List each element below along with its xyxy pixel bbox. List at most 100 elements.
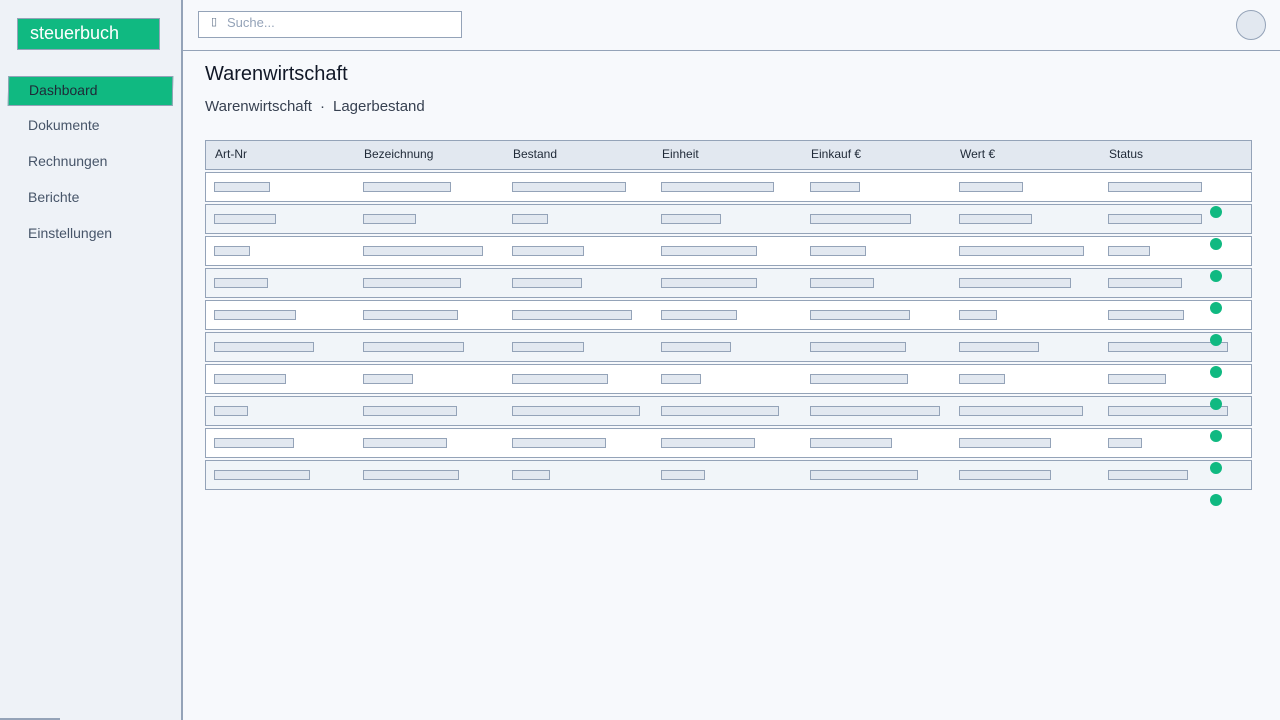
- table-cell: [1100, 310, 1249, 320]
- status-dot: [1210, 462, 1222, 474]
- placeholder-bar: [810, 374, 908, 384]
- sidebar-item-berichte[interactable]: Berichte: [0, 184, 181, 220]
- sidebar: steuerbuch Dashboard Dokumente Rechnunge…: [0, 0, 183, 720]
- table-cell: [206, 470, 355, 480]
- placeholder-bar: [512, 470, 550, 480]
- placeholder-bar: [661, 374, 701, 384]
- column-header-wert[interactable]: Wert €: [951, 141, 1100, 169]
- table-cell: [653, 246, 802, 256]
- placeholder-bar: [1108, 470, 1188, 480]
- table-row[interactable]: [205, 364, 1252, 394]
- status-dot: [1210, 366, 1222, 378]
- table-cell: [951, 214, 1100, 224]
- table-cell: [1100, 246, 1249, 256]
- search-input[interactable]: ▯ Suche...: [198, 11, 462, 38]
- status-dot: [1210, 270, 1222, 282]
- breadcrumb-item-warenwirtschaft[interactable]: Warenwirtschaft: [205, 98, 312, 115]
- placeholder-bar: [512, 214, 548, 224]
- placeholder-bar: [512, 406, 640, 416]
- table-cell: [206, 438, 355, 448]
- table-cell: [504, 438, 653, 448]
- placeholder-bar: [512, 438, 606, 448]
- status-dot: [1210, 206, 1222, 218]
- sidebar-item-dokumente[interactable]: Dokumente: [0, 112, 181, 148]
- table-cell: [504, 470, 653, 480]
- table-cell: [206, 310, 355, 320]
- column-header-art-nr[interactable]: Art-Nr: [206, 141, 355, 169]
- placeholder-bar: [363, 182, 451, 192]
- avatar[interactable]: [1236, 10, 1266, 40]
- placeholder-bar: [959, 374, 1005, 384]
- table-cell: [802, 374, 951, 384]
- placeholder-bar: [214, 182, 270, 192]
- table-cell: [653, 470, 802, 480]
- table-cell: [653, 438, 802, 448]
- table-row[interactable]: [205, 268, 1252, 298]
- table-row[interactable]: [205, 236, 1252, 266]
- table-cell: [653, 406, 802, 416]
- table-cell: [1100, 278, 1249, 288]
- status-dot: [1210, 494, 1222, 506]
- table-cell: [355, 342, 504, 352]
- placeholder-bar: [1108, 214, 1202, 224]
- table-row[interactable]: [205, 428, 1252, 458]
- table-cell: [802, 246, 951, 256]
- breadcrumb-item-lagerbestand[interactable]: Lagerbestand: [333, 98, 425, 115]
- table-row[interactable]: [205, 300, 1252, 330]
- table-cell: [951, 278, 1100, 288]
- column-header-einkauf[interactable]: Einkauf €: [802, 141, 951, 169]
- table-cell: [206, 278, 355, 288]
- placeholder-bar: [512, 278, 582, 288]
- sidebar-item-dashboard[interactable]: Dashboard: [7, 76, 174, 106]
- placeholder-bar: [1108, 246, 1150, 256]
- table-cell: [1100, 406, 1249, 416]
- app-logo[interactable]: steuerbuch: [17, 18, 160, 50]
- placeholder-bar: [1108, 342, 1228, 352]
- column-header-einheit[interactable]: Einheit: [653, 141, 802, 169]
- table-row[interactable]: [205, 460, 1252, 490]
- table-cell: [802, 278, 951, 288]
- table-cell: [802, 182, 951, 192]
- placeholder-bar: [214, 214, 276, 224]
- table-cell: [355, 246, 504, 256]
- table-cell: [951, 342, 1100, 352]
- table-row[interactable]: [205, 172, 1252, 202]
- placeholder-bar: [1108, 406, 1228, 416]
- placeholder-bar: [214, 278, 268, 288]
- breadcrumb-separator: ·: [319, 98, 325, 115]
- placeholder-bar: [810, 214, 911, 224]
- table-cell: [355, 278, 504, 288]
- placeholder-bar: [512, 182, 626, 192]
- sidebar-item-rechnungen[interactable]: Rechnungen: [0, 148, 181, 184]
- breadcrumb: Warenwirtschaft · Lagerbestand: [205, 98, 425, 115]
- placeholder-bar: [959, 406, 1083, 416]
- placeholder-bar: [214, 342, 314, 352]
- column-header-bestand[interactable]: Bestand: [504, 141, 653, 169]
- table-cell: [504, 406, 653, 416]
- table-header: Art-Nr Bezeichnung Bestand Einheit Einka…: [205, 140, 1252, 170]
- placeholder-bar: [1108, 278, 1182, 288]
- table-cell: [951, 310, 1100, 320]
- placeholder-bar: [959, 438, 1051, 448]
- table-cell: [206, 406, 355, 416]
- column-header-status[interactable]: Status: [1100, 141, 1249, 169]
- table-row[interactable]: [205, 204, 1252, 234]
- placeholder-bar: [661, 342, 731, 352]
- table-row[interactable]: [205, 396, 1252, 426]
- placeholder-bar: [959, 278, 1071, 288]
- table-cell: [802, 406, 951, 416]
- placeholder-bar: [512, 342, 584, 352]
- status-dot: [1210, 398, 1222, 410]
- table-cell: [653, 278, 802, 288]
- sidebar-item-einstellungen[interactable]: Einstellungen: [0, 220, 181, 256]
- placeholder-bar: [1108, 310, 1184, 320]
- column-header-bezeichnung[interactable]: Bezeichnung: [355, 141, 504, 169]
- placeholder-bar: [810, 470, 918, 480]
- table-row[interactable]: [205, 332, 1252, 362]
- placeholder-bar: [959, 310, 997, 320]
- placeholder-bar: [661, 310, 737, 320]
- table-cell: [802, 310, 951, 320]
- placeholder-bar: [363, 374, 413, 384]
- inventory-table: Art-Nr Bezeichnung Bestand Einheit Einka…: [205, 140, 1252, 490]
- status-dot: [1210, 334, 1222, 346]
